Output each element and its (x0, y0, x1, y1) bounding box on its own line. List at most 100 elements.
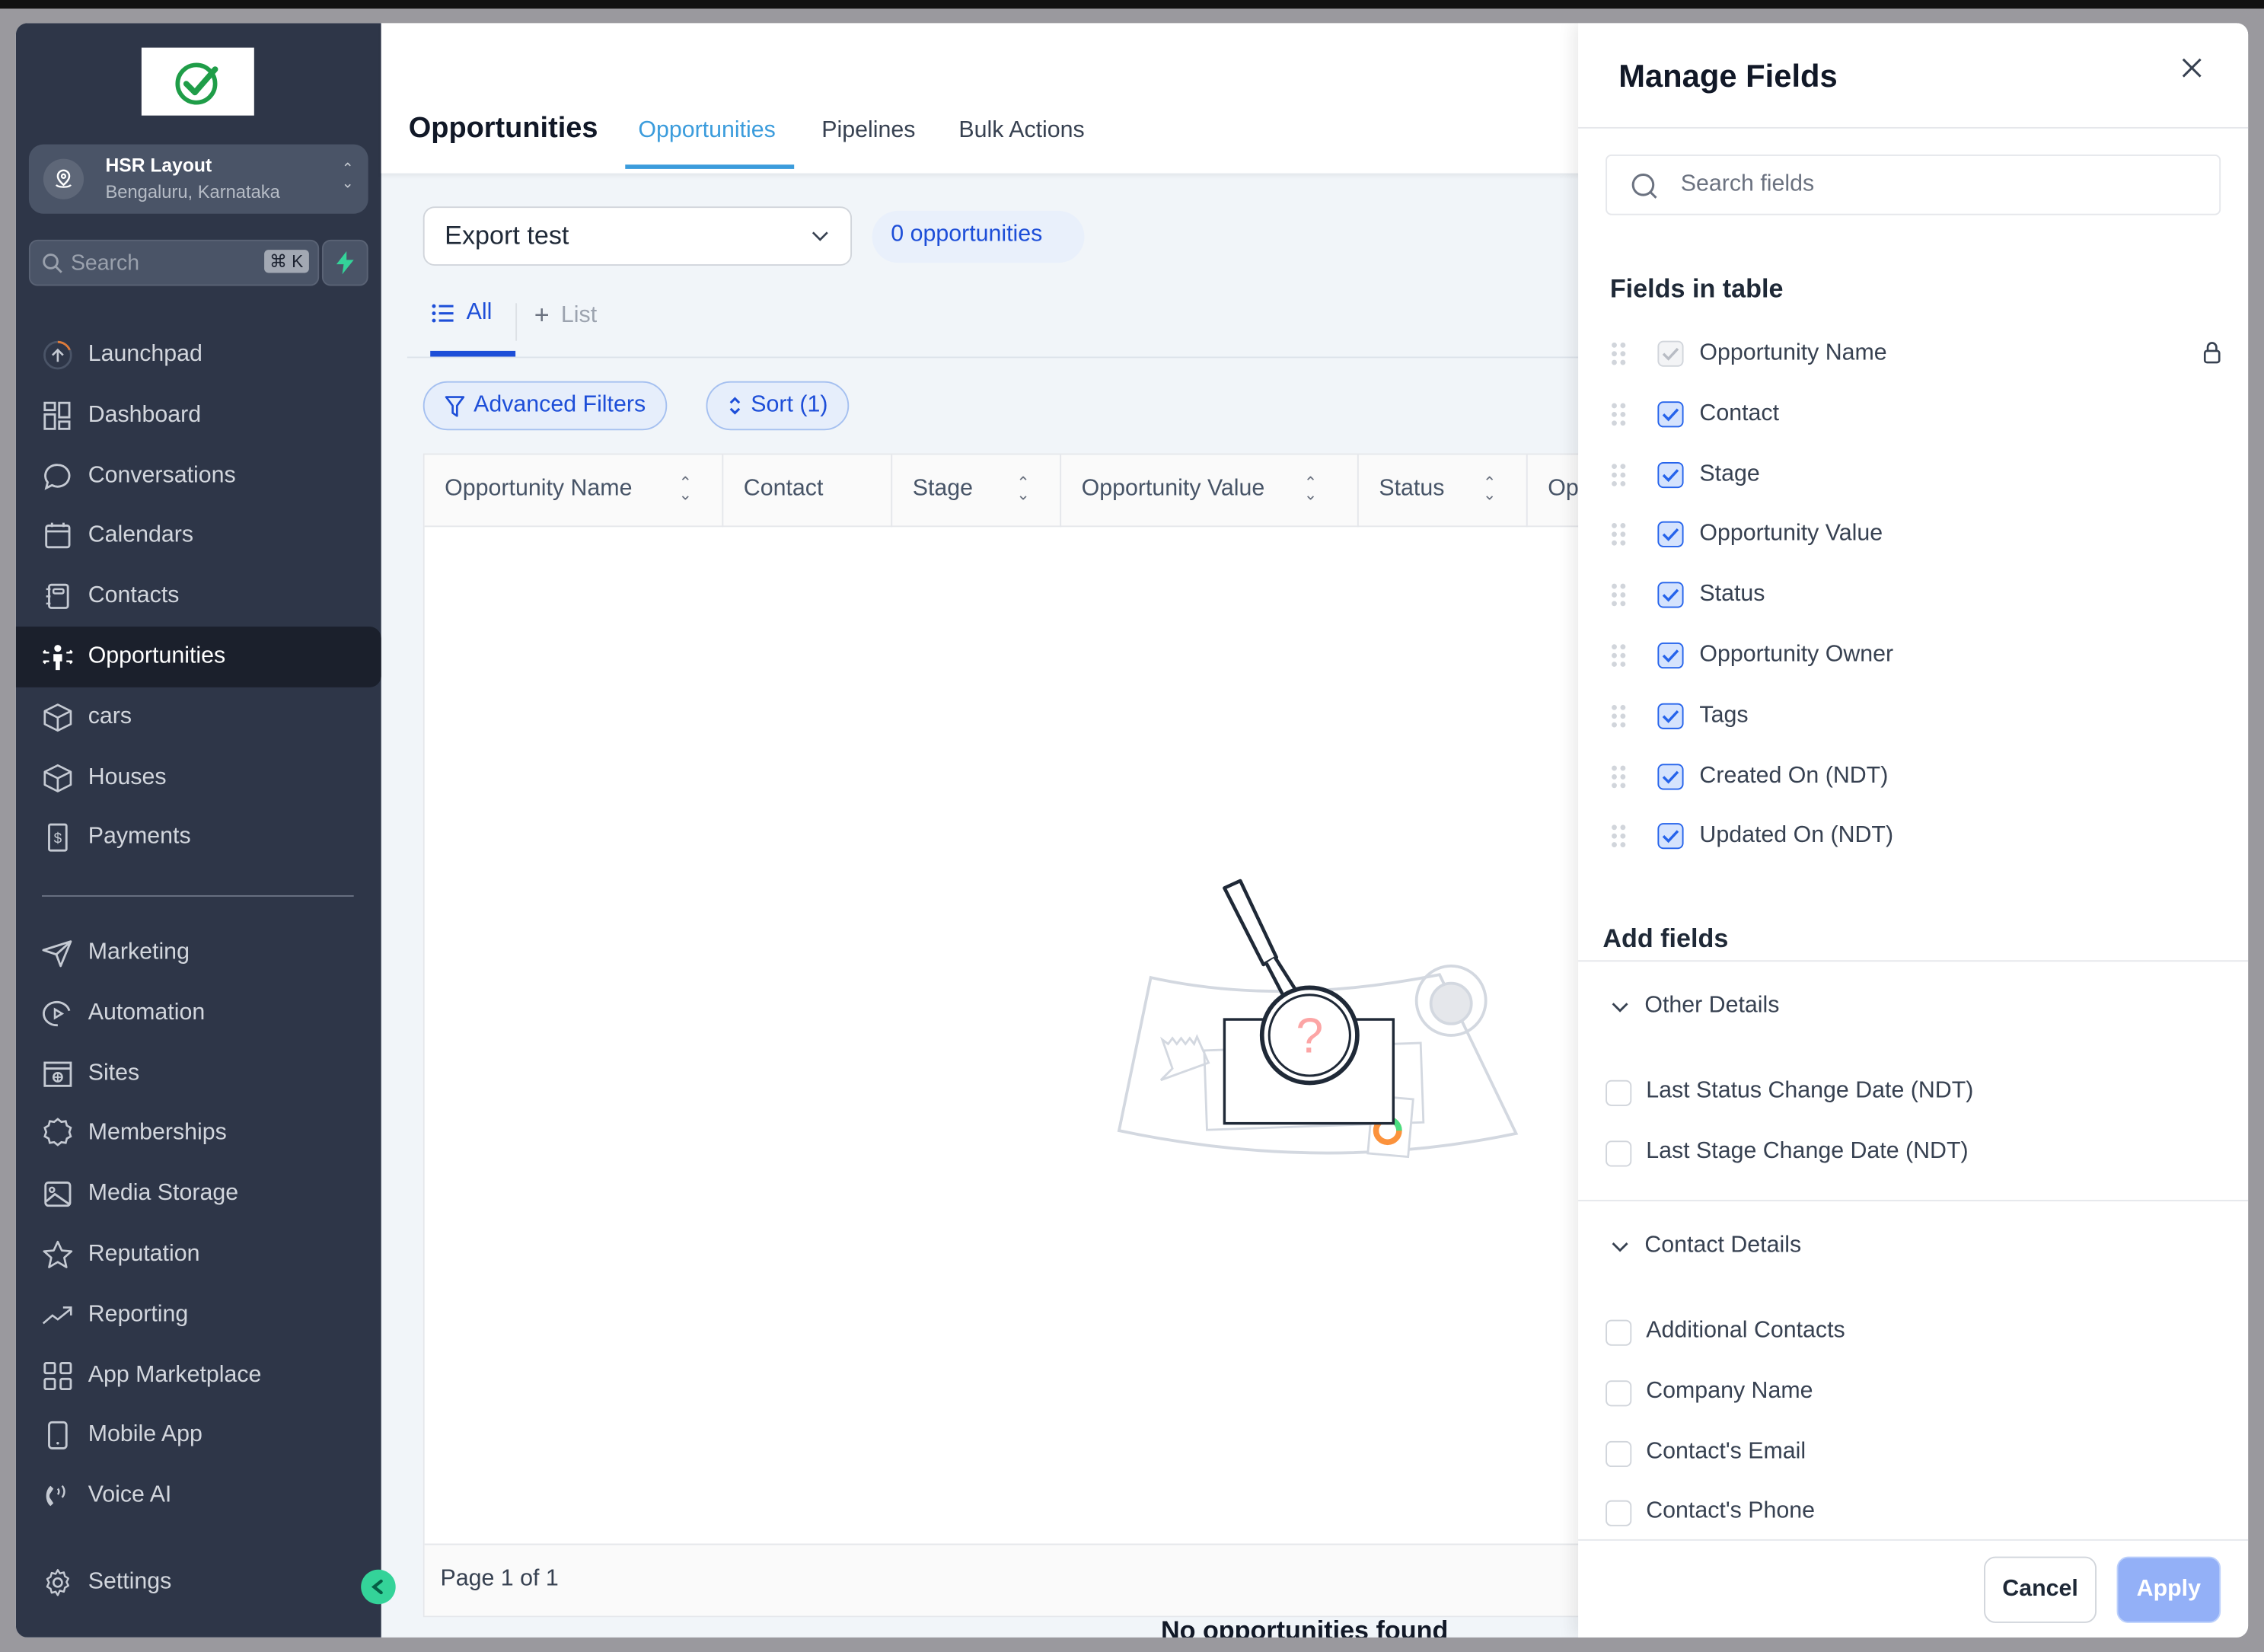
sidebar-item-voice-ai[interactable]: Voice AI (16, 1466, 381, 1527)
check-icon (1662, 408, 1679, 422)
sidebar-item-sites[interactable]: Sites (16, 1044, 381, 1105)
field-checkbox[interactable] (1606, 1440, 1632, 1467)
sidebar-item-automation[interactable]: Automation (16, 983, 381, 1044)
column-header-status[interactable]: Status ⌃ ⌄ (1359, 454, 1528, 528)
field-checkbox[interactable] (1657, 521, 1684, 548)
field-row-status: Status (1610, 573, 2222, 617)
company-logo[interactable] (141, 47, 254, 116)
check-icon (1662, 770, 1679, 783)
sidebar-item-marketing[interactable]: Marketing (16, 923, 381, 984)
cancel-button[interactable]: Cancel (1984, 1556, 2097, 1623)
field-checkbox[interactable] (1657, 400, 1684, 428)
sidebar-item-dashboard[interactable]: Dashboard (16, 385, 381, 446)
sidebar-item-label: Media Storage (88, 1181, 239, 1207)
field-row-stage: Stage (1610, 453, 2222, 496)
sidebar-item-memberships[interactable]: Memberships (16, 1104, 381, 1165)
column-header-opportunity-name[interactable]: Opportunity Name ⌃ ⌄ (425, 454, 724, 528)
opportunities-table: Opportunity Name ⌃ ⌄ Contact Stage ⌃ ⌄ Opp… (423, 453, 1596, 1638)
opportunities-icon (42, 641, 74, 673)
sidebar-item-reputation[interactable]: Reputation (16, 1224, 381, 1285)
field-row-contact: Contact (1610, 393, 2222, 436)
tab-pipelines[interactable]: Pipelines (821, 119, 915, 145)
add-smart-list-button[interactable]: + List (534, 301, 597, 331)
os-top-bar (0, 0, 2264, 9)
drag-handle-icon[interactable] (1610, 341, 1628, 375)
image-icon (42, 1178, 74, 1210)
close-drawer-button[interactable] (2174, 50, 2209, 85)
field-checkbox[interactable] (1606, 1140, 1632, 1167)
drag-handle-icon[interactable] (1610, 824, 1628, 857)
sort-toggle-icon[interactable]: ⌃ ⌄ (1016, 476, 1029, 503)
field-checkbox[interactable] (1657, 763, 1684, 789)
field-checkbox[interactable] (1657, 703, 1684, 729)
drag-handle-icon[interactable] (1610, 764, 1628, 797)
sidebar-item-label: Calendars (88, 523, 194, 548)
pipeline-select[interactable]: Export test (423, 206, 853, 266)
field-row-opportunity-value: Opportunity Value (1610, 513, 2222, 557)
column-header-stage[interactable]: Stage ⌃ ⌄ (892, 454, 1062, 528)
sort-toggle-icon[interactable]: ⌃ ⌄ (678, 476, 691, 503)
field-checkbox[interactable] (1657, 461, 1684, 488)
column-header-opportunity-value[interactable]: Opportunity Value ⌃ ⌄ (1061, 454, 1359, 528)
sidebar-item-conversations[interactable]: Conversations (16, 445, 381, 506)
drag-handle-icon[interactable] (1610, 643, 1628, 676)
sidebar-item-calendars[interactable]: Calendars (16, 506, 381, 567)
quick-actions-button[interactable] (321, 239, 368, 286)
tab-opportunities[interactable]: Opportunities (638, 119, 776, 145)
sidebar-item-reporting[interactable]: Reporting (16, 1285, 381, 1346)
sidebar-item-launchpad[interactable]: Launchpad (16, 325, 381, 386)
sidebar-item-app-marketplace[interactable]: App Marketplace (16, 1345, 381, 1406)
field-label: Contact's Phone (1646, 1499, 1815, 1524)
field-checkbox[interactable] (1606, 1501, 1632, 1527)
check-icon (1662, 347, 1679, 361)
smart-list-all-tab[interactable]: All (432, 301, 492, 327)
payments-icon: $ (42, 822, 74, 854)
sidebar-item-houses[interactable]: Houses (16, 748, 381, 808)
sidebar-item-mobile-app[interactable]: Mobile App (16, 1405, 381, 1466)
group-toggle-contact-details[interactable]: Contact Details (1610, 1233, 1801, 1259)
field-checkbox[interactable] (1606, 1379, 1632, 1407)
drag-handle-icon[interactable] (1610, 582, 1628, 616)
field-label: Opportunity Owner (1699, 643, 1894, 668)
sort-toggle-icon[interactable]: ⌃ ⌄ (1304, 476, 1317, 503)
sidebar-item-opportunities[interactable]: Opportunities (15, 627, 381, 687)
sidebar-item-label: Opportunities (88, 643, 226, 669)
tab-bulk-actions[interactable]: Bulk Actions (958, 119, 1084, 145)
advanced-filters-button[interactable]: Advanced Filters (423, 381, 668, 431)
field-checkbox[interactable] (1657, 823, 1684, 850)
sort-toggle-icon[interactable]: ⌃ ⌄ (1483, 476, 1496, 503)
search-fields-input[interactable]: Search fields (1606, 154, 2221, 215)
add-fields-heading: Add fields (1602, 923, 1729, 953)
sidebar-item-settings[interactable]: Settings (16, 1552, 381, 1613)
collapse-sidebar-button[interactable] (361, 1569, 396, 1605)
field-checkbox[interactable] (1606, 1080, 1632, 1106)
field-checkbox[interactable] (1657, 643, 1684, 669)
sidebar-search[interactable]: Search ⌘ K (28, 239, 320, 286)
sort-button[interactable]: Sort (1) (706, 381, 850, 431)
check-circle-logo-icon (175, 62, 218, 104)
sidebar-item-payments[interactable]: $ Payments (16, 808, 381, 869)
group-title: Contact Details (1644, 1233, 1802, 1258)
drag-handle-icon[interactable] (1610, 401, 1628, 435)
column-header-contact[interactable]: Contact (723, 454, 893, 528)
sidebar-item-label: Automation (88, 1000, 206, 1025)
field-label: Opportunity Value (1699, 521, 1883, 547)
drag-handle-icon[interactable] (1610, 521, 1628, 555)
drag-handle-icon[interactable] (1610, 703, 1628, 736)
location-switcher[interactable]: HSR Layout Bengaluru, Karnataka ⌃ ⌄ (28, 144, 368, 214)
sidebar-item-media-storage[interactable]: Media Storage (16, 1164, 381, 1225)
field-checkbox[interactable] (1606, 1319, 1632, 1346)
sidebar-item-label: Sites (88, 1060, 140, 1086)
field-label: Updated On (NDT) (1699, 823, 1894, 849)
check-icon (1662, 710, 1679, 723)
group-toggle-other-details[interactable]: Other Details (1610, 993, 1779, 1019)
lightning-icon (336, 251, 354, 275)
drag-handle-icon[interactable] (1610, 461, 1628, 495)
field-checkbox[interactable] (1657, 582, 1684, 608)
column-label: Op (1548, 476, 1579, 502)
apply-button[interactable]: Apply (2116, 1556, 2221, 1623)
drawer-divider (1578, 960, 2249, 962)
empty-state-message: No opportunities found (1160, 1615, 1449, 1638)
sidebar-item-cars[interactable]: cars (16, 687, 381, 748)
sidebar-item-contacts[interactable]: Contacts (16, 566, 381, 627)
